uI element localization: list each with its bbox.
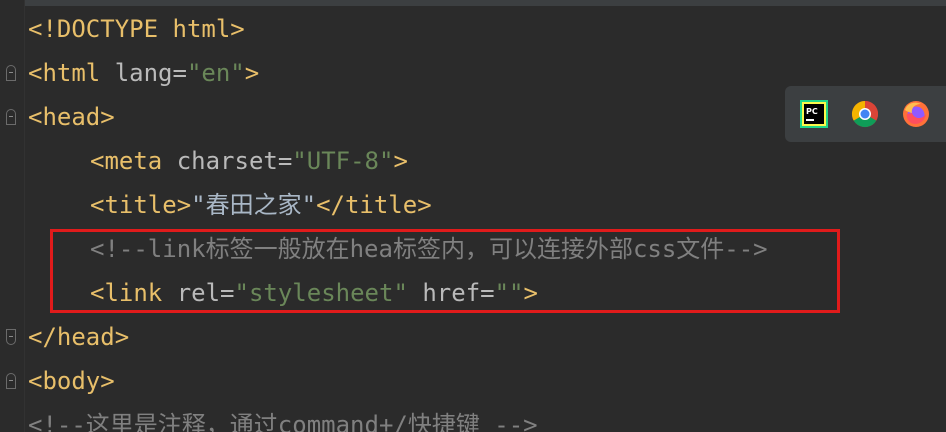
title-text: "春田之家" — [191, 191, 317, 219]
code-editor[interactable]: <!DOCTYPE html> <html lang="en"> <head> … — [0, 0, 946, 432]
code-line-5[interactable]: <title>"春田之家"</title> — [0, 183, 946, 227]
meta-tag-start: <meta — [90, 147, 177, 175]
code-line-10[interactable]: <!--这里是注释，通过command+/快捷键 --> — [0, 403, 946, 432]
charset-value: "UTF-8" — [292, 147, 394, 175]
html-tag-end: > — [244, 59, 260, 87]
editor-top-border — [0, 0, 946, 6]
shortcut-comment: <!--这里是注释，通过command+/快捷键 --> — [28, 411, 538, 432]
fold-marker-icon[interactable] — [6, 65, 16, 81]
charset-attribute: charset= — [176, 147, 293, 175]
chrome-icon[interactable] — [851, 100, 879, 128]
lang-attribute: lang= — [114, 59, 187, 87]
body-open-tag: <body> — [28, 367, 115, 395]
title-tag-start: <title> — [90, 191, 192, 219]
code-line-8[interactable]: </head> — [0, 315, 946, 359]
code-line-5-content: <title>"春田之家"</title> — [90, 183, 432, 227]
code-line-9[interactable]: <body> — [0, 359, 946, 403]
html-tag-start: <html — [28, 59, 115, 87]
code-line-2-content: <html lang="en"> — [28, 51, 259, 95]
code-line-1[interactable]: <!DOCTYPE html> — [0, 7, 946, 51]
highlight-box — [50, 229, 840, 313]
lang-value: "en" — [186, 59, 245, 87]
head-open-tag: <head> — [28, 103, 115, 131]
fold-marker-icon[interactable] — [6, 373, 16, 389]
head-close-tag: </head> — [28, 323, 130, 351]
title-tag-end: </title> — [316, 191, 432, 219]
svg-text:PC: PC — [806, 107, 818, 116]
code-line-4[interactable]: <meta charset="UTF-8"> — [0, 139, 946, 183]
pycharm-icon[interactable]: PC — [800, 100, 828, 128]
doctype-tag: <!DOCTYPE html> — [28, 15, 245, 43]
browser-preview-bar: PC — [785, 86, 946, 142]
fold-marker-icon[interactable] — [6, 109, 16, 125]
meta-tag-end: > — [393, 147, 408, 175]
fold-marker-icon[interactable] — [6, 329, 16, 345]
firefox-icon[interactable] — [902, 100, 930, 128]
code-line-4-content: <meta charset="UTF-8"> — [90, 139, 408, 183]
